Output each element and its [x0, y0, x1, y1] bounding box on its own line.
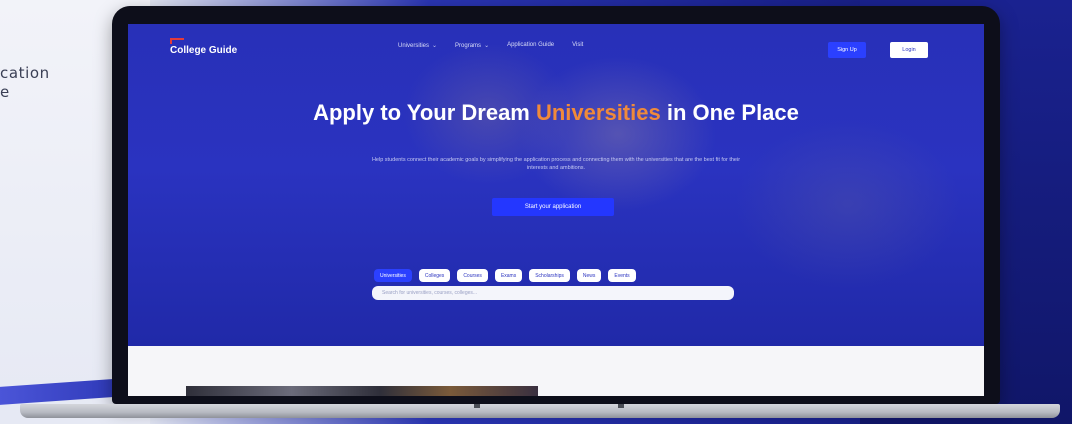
nav-link-application-guide[interactable]: Application Guide [507, 42, 554, 49]
nav-link-label: Visit [572, 42, 584, 48]
chip-scholarships[interactable]: Scholarships [529, 269, 570, 282]
nav-link-label: Universities [398, 43, 430, 49]
hero-title: Apply to Your Dream Universities in One … [128, 100, 984, 126]
chevron-down-icon: ⌄ [432, 43, 438, 49]
chip-colleges[interactable]: Colleges [418, 269, 451, 282]
laptop-hinge-mark [618, 404, 624, 408]
laptop-screen: College Guide Universities ⌄ Programs ⌄ Ap… [128, 24, 984, 396]
laptop-frame: College Guide Universities ⌄ Programs ⌄ Ap… [112, 6, 1000, 404]
background-left-text: cation e [0, 64, 50, 102]
chip-events[interactable]: Events [608, 269, 636, 282]
nav-link-universities[interactable]: Universities ⌄ [398, 42, 437, 49]
background-left-text-line: cation [0, 64, 50, 82]
login-button[interactable]: Login [890, 42, 928, 58]
chip-courses[interactable]: Courses [457, 269, 488, 282]
hero-section: College Guide Universities ⌄ Programs ⌄ Ap… [128, 24, 984, 346]
chip-news[interactable]: News [576, 269, 602, 282]
hero-title-accent: Universities [535, 100, 661, 125]
site-logo[interactable]: College Guide [170, 38, 237, 56]
site-logo-name: College Guide [170, 45, 238, 56]
start-application-button[interactable]: Start your application [492, 198, 614, 216]
laptop-base [20, 404, 1060, 418]
search-input[interactable]: Search for universities, courses, colleg… [372, 286, 734, 300]
background-left-text-line: e [0, 83, 10, 101]
nav-link-visit[interactable]: Visit [572, 42, 583, 49]
chip-universities[interactable]: Universities [374, 269, 412, 282]
nav-link-label: Application Guide [507, 42, 555, 48]
nav-links: Universities ⌄ Programs ⌄ Application Guid… [398, 42, 583, 49]
hero-subtitle: Help students connect their academic goa… [371, 157, 741, 171]
chip-exams[interactable]: Exams [494, 269, 523, 282]
content-section [128, 346, 984, 396]
logo-mark-icon [170, 38, 184, 44]
signup-button[interactable]: Sign Up [828, 42, 866, 58]
hero-title-part2: in One Place [660, 100, 799, 125]
category-chips: Universities Colleges Courses Exams Scho… [374, 269, 636, 282]
image-strip [186, 386, 538, 396]
hero-title-part1: Apply to Your Dream [313, 100, 536, 125]
nav-link-label: Programs [455, 43, 482, 49]
chevron-down-icon: ⌄ [484, 43, 490, 49]
nav-link-programs[interactable]: Programs ⌄ [455, 42, 489, 49]
laptop-hinge-mark [474, 404, 480, 408]
top-navbar: College Guide Universities ⌄ Programs ⌄ Ap… [128, 24, 984, 68]
